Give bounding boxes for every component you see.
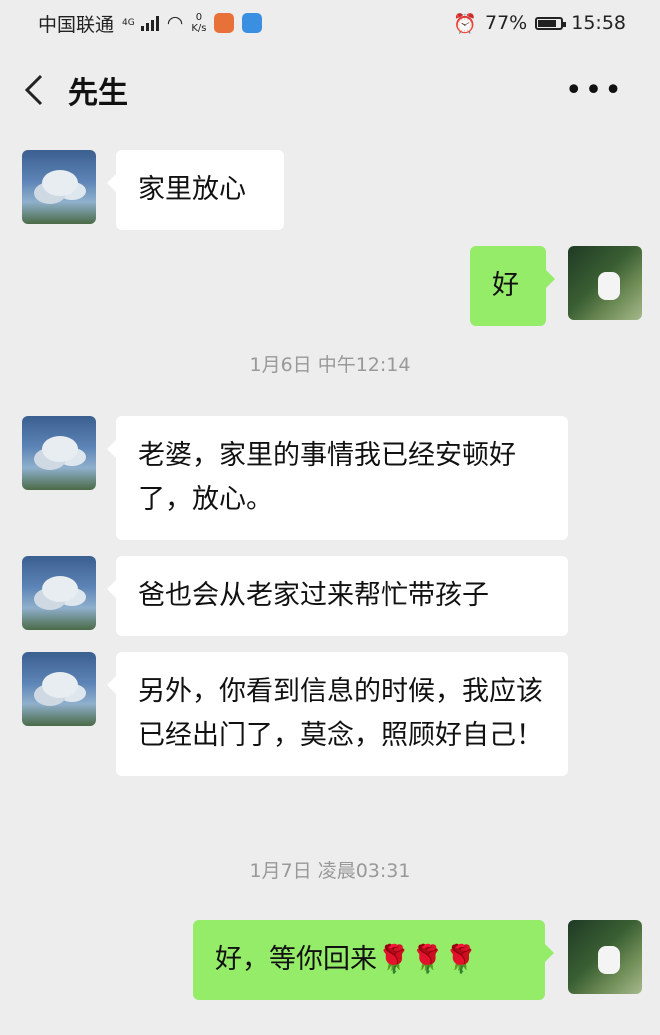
app-notification-icon: [242, 13, 263, 33]
carrier-name: 中国联通: [38, 13, 115, 36]
my-avatar[interactable]: [568, 246, 642, 320]
wifi-icon: ◠: [166, 12, 184, 34]
message-bubble-outgoing[interactable]: 好: [470, 246, 555, 326]
status-left: 中国联通 4G ◠ 0 K/s: [38, 10, 263, 37]
my-avatar[interactable]: [568, 920, 642, 994]
contact-avatar[interactable]: [22, 652, 96, 726]
chat-header: 先生 •••: [0, 46, 660, 134]
clock: 15:58: [571, 12, 626, 34]
more-options-icon[interactable]: •••: [565, 73, 624, 108]
status-bar: 中国联通 4G ◠ 0 K/s ⏰ 77% 15:58: [0, 0, 660, 46]
timestamp: 1月6日 中午12:14: [249, 354, 411, 376]
message-bubble-incoming[interactable]: 老婆，家里的事情我已经安顿好了，放心。: [107, 416, 568, 540]
message-bubble-incoming[interactable]: 爸也会从老家过来帮忙带孩子: [107, 556, 568, 636]
contact-name: 先生: [68, 76, 128, 111]
battery-icon: [535, 16, 567, 30]
message-bubble-incoming[interactable]: 另外，你看到信息的时候，我应该已经出门了，莫念，照顾好自己！: [107, 652, 568, 776]
message-bubble-incoming[interactable]: 家里放心: [107, 150, 284, 230]
status-right: ⏰ 77% 15:58: [453, 12, 626, 35]
timestamp: 1月7日 凌晨03:31: [249, 860, 411, 882]
back-arrow-icon[interactable]: [24, 73, 44, 107]
contact-avatar[interactable]: [22, 150, 96, 224]
message-bubble-outgoing[interactable]: 好，等你回来🌹🌹🌹: [193, 920, 554, 1000]
network-speed: 0 K/s: [191, 12, 207, 34]
alarm-icon: ⏰: [453, 12, 477, 35]
back-button-group[interactable]: 先生: [24, 68, 128, 112]
network-type: 4G: [122, 18, 135, 28]
signal-icon: [140, 15, 159, 31]
app-notification-icon: [214, 13, 235, 33]
message-list: 家里放心 好 1月6日 中午12:14 老婆，家里的事情我已经安顿好了，放心。 …: [0, 134, 660, 1034]
contact-avatar[interactable]: [22, 556, 96, 630]
battery-percent: 77%: [485, 12, 528, 34]
contact-avatar[interactable]: [22, 416, 96, 490]
